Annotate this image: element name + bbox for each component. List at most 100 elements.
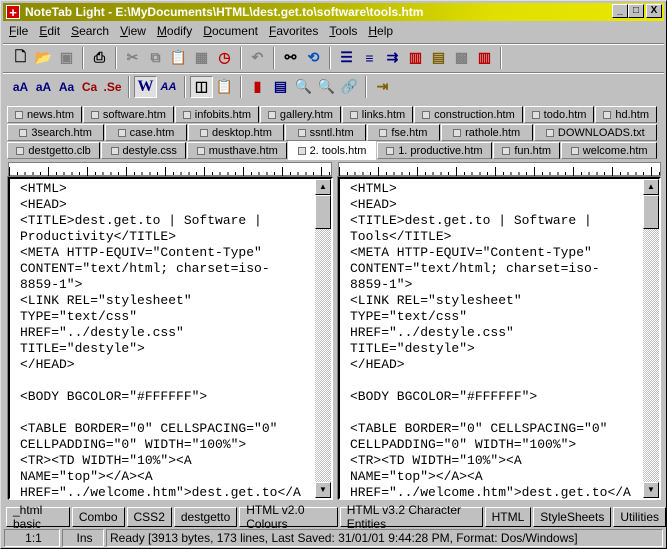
file-icon	[545, 128, 554, 137]
tab-gallery-htm[interactable]: gallery.htm	[259, 106, 341, 123]
tab-todo-htm[interactable]: todo.htm	[523, 106, 595, 123]
menu-modify[interactable]: Modify	[151, 23, 197, 41]
open-folder-icon[interactable]: 📂	[32, 47, 55, 69]
ruler-icon[interactable]: ▥	[404, 47, 427, 69]
case-lower-icon[interactable]: aA	[9, 76, 32, 98]
browser-preview-icon[interactable]: 🔍	[315, 76, 338, 98]
tab-destyle-css[interactable]: destyle.css	[101, 142, 187, 159]
tab-news-htm[interactable]: news.htm	[7, 106, 82, 123]
scroll-up-arrow-icon[interactable]: ▲	[315, 179, 331, 195]
tab-case-htm[interactable]: case.htm	[105, 124, 187, 141]
tab-ssntl-htm[interactable]: ssntl.htm	[285, 124, 366, 141]
word-wrap-icon[interactable]: W	[134, 75, 157, 98]
clipbook-html-v3-2-character-entities-button[interactable]: HTML v3.2 Character Entities	[339, 503, 483, 531]
split-view-icon[interactable]: ◫	[190, 75, 213, 98]
font-icon[interactable]: AA	[157, 76, 180, 98]
link-icon[interactable]: 🔗	[338, 76, 361, 98]
app-icon[interactable]: +	[6, 5, 20, 19]
menu-help[interactable]: Help	[362, 23, 398, 41]
file-icon	[386, 146, 395, 155]
clipbook-css2-button[interactable]: CSS2	[126, 507, 172, 527]
menu-file[interactable]: File	[3, 23, 33, 41]
right-vertical-scrollbar[interactable]: ▲ ▼	[643, 179, 659, 498]
paste-icon[interactable]: 📋	[167, 47, 190, 69]
tab-1-productive-htm[interactable]: 1. productive.htm	[376, 142, 492, 159]
paste-disabled-icon[interactable]: ▩	[450, 47, 473, 69]
scroll-thumb[interactable]	[315, 195, 331, 229]
clipbook-stylesheets-button[interactable]: StyleSheets	[533, 507, 612, 527]
scroll-up-arrow-icon[interactable]: ▲	[643, 179, 659, 195]
status-bar: 1:1 Ins Ready [3913 bytes, 173 lines, La…	[4, 529, 663, 547]
menu-tools[interactable]: Tools	[323, 23, 362, 41]
paste-special-icon[interactable]: ▦	[190, 47, 213, 69]
case-toggle-icon[interactable]: Aa	[55, 76, 78, 98]
find-binoculars-icon[interactable]: ⚯	[279, 47, 302, 69]
menu-search[interactable]: Search	[65, 23, 114, 41]
tab-desktop-htm[interactable]: desktop.htm	[187, 124, 285, 141]
clipbook-destgetto-button[interactable]: destgetto	[173, 507, 238, 527]
clipbook-html-button[interactable]: HTML	[484, 507, 532, 527]
document-properties-icon[interactable]: ▤	[269, 76, 292, 98]
clipboard-icon[interactable]: 📋	[213, 76, 236, 98]
clipbook-combo-button[interactable]: Combo	[71, 507, 125, 527]
save-icon[interactable]: ▣	[55, 47, 78, 69]
close-button[interactable]: X	[646, 4, 662, 18]
insert-mode: Ins	[62, 529, 104, 547]
numbered-list-icon[interactable]: ≡	[358, 47, 381, 69]
file-icon	[297, 128, 306, 137]
bullet-list-icon[interactable]: ☰	[335, 47, 358, 69]
menu-edit[interactable]: Edit	[33, 23, 65, 41]
copy-icon[interactable]: ⧉	[144, 47, 167, 69]
statistics-icon[interactable]: ▮	[246, 76, 269, 98]
left-vertical-scrollbar[interactable]: ▲ ▼	[315, 179, 331, 498]
case-upper-icon[interactable]: aA	[32, 76, 55, 98]
exit-door-icon[interactable]: ⇥	[371, 76, 394, 98]
scroll-thumb[interactable]	[643, 195, 659, 229]
tab-downloads-txt[interactable]: DOWNLOADS.txt	[533, 124, 658, 141]
left-editor-text[interactable]: <HTML> <HEAD> <TITLE>dest.get.to | Softw…	[20, 181, 301, 501]
tab-musthave-htm[interactable]: musthave.htm	[187, 142, 288, 159]
minimize-button[interactable]: _	[612, 4, 628, 18]
undo-icon[interactable]: ↶	[246, 47, 269, 69]
file-icon	[196, 146, 205, 155]
clipbook-html-v2-0-colours-button[interactable]: HTML v2.0 Colours	[239, 503, 338, 531]
replace-icon[interactable]: ⟲	[302, 47, 325, 69]
browser-view-icon[interactable]: 🔍	[292, 76, 315, 98]
notetab-window: + NoteTab Light - E:\MyDocuments\HTML\de…	[0, 0, 667, 549]
right-editor-pane[interactable]: <HTML> <HEAD> <TITLE>dest.get.to | Softw…	[338, 177, 661, 500]
align-icon[interactable]: ⇉	[381, 47, 404, 69]
tab-links-htm[interactable]: links.htm	[341, 106, 414, 123]
capitalize-icon[interactable]: Ca	[78, 76, 101, 98]
scroll-down-arrow-icon[interactable]: ▼	[315, 482, 331, 498]
tab-rathole-htm[interactable]: rathole.htm	[440, 124, 533, 141]
tab-fun-htm[interactable]: fun.htm	[492, 142, 561, 159]
tab-welcome-htm[interactable]: welcome.htm	[561, 142, 657, 159]
tab-destgetto-clb[interactable]: destgetto.clb	[7, 142, 101, 159]
document-bars-icon[interactable]: ▤	[427, 47, 450, 69]
clipbook-utilities-button[interactable]: Utilities	[613, 507, 666, 527]
menu-favorites[interactable]: Favorites	[263, 23, 323, 41]
tab-2-tools-htm[interactable]: 2. tools.htm	[288, 141, 376, 160]
new-file-icon[interactable]: 🗋	[9, 47, 32, 69]
tab-3search-htm[interactable]: 3search.htm	[7, 124, 105, 141]
tab-construction-htm[interactable]: construction.htm	[414, 106, 523, 123]
tab-software-htm[interactable]: software.htm	[82, 106, 174, 123]
file-icon	[267, 110, 276, 119]
print-icon[interactable]: ⎙	[88, 47, 111, 69]
cut-icon[interactable]: ✂	[121, 47, 144, 69]
tab-fse-htm[interactable]: fse.htm	[366, 124, 440, 141]
sentence-case-icon[interactable]: .Se	[101, 76, 124, 98]
right-editor-text[interactable]: <HTML> <HEAD> <TITLE>dest.get.to | Softw…	[350, 181, 631, 501]
clipbook--html-basic-button[interactable]: _html basic	[6, 503, 70, 531]
scroll-down-arrow-icon[interactable]: ▼	[643, 482, 659, 498]
tab-infobits-htm[interactable]: infobits.htm	[174, 106, 259, 123]
left-editor-pane[interactable]: <HTML> <HEAD> <TITLE>dest.get.to | Softw…	[8, 177, 333, 500]
tab-label: news.htm	[26, 108, 75, 121]
file-icon	[297, 146, 306, 155]
menu-view[interactable]: View	[114, 23, 151, 41]
tab-hd-htm[interactable]: hd.htm	[595, 106, 657, 123]
clock-icon[interactable]: ◷	[213, 47, 236, 69]
maximize-button[interactable]: □	[628, 4, 644, 18]
ruler-red-icon[interactable]: ▥	[473, 47, 496, 69]
menu-document[interactable]: Document	[197, 23, 263, 41]
